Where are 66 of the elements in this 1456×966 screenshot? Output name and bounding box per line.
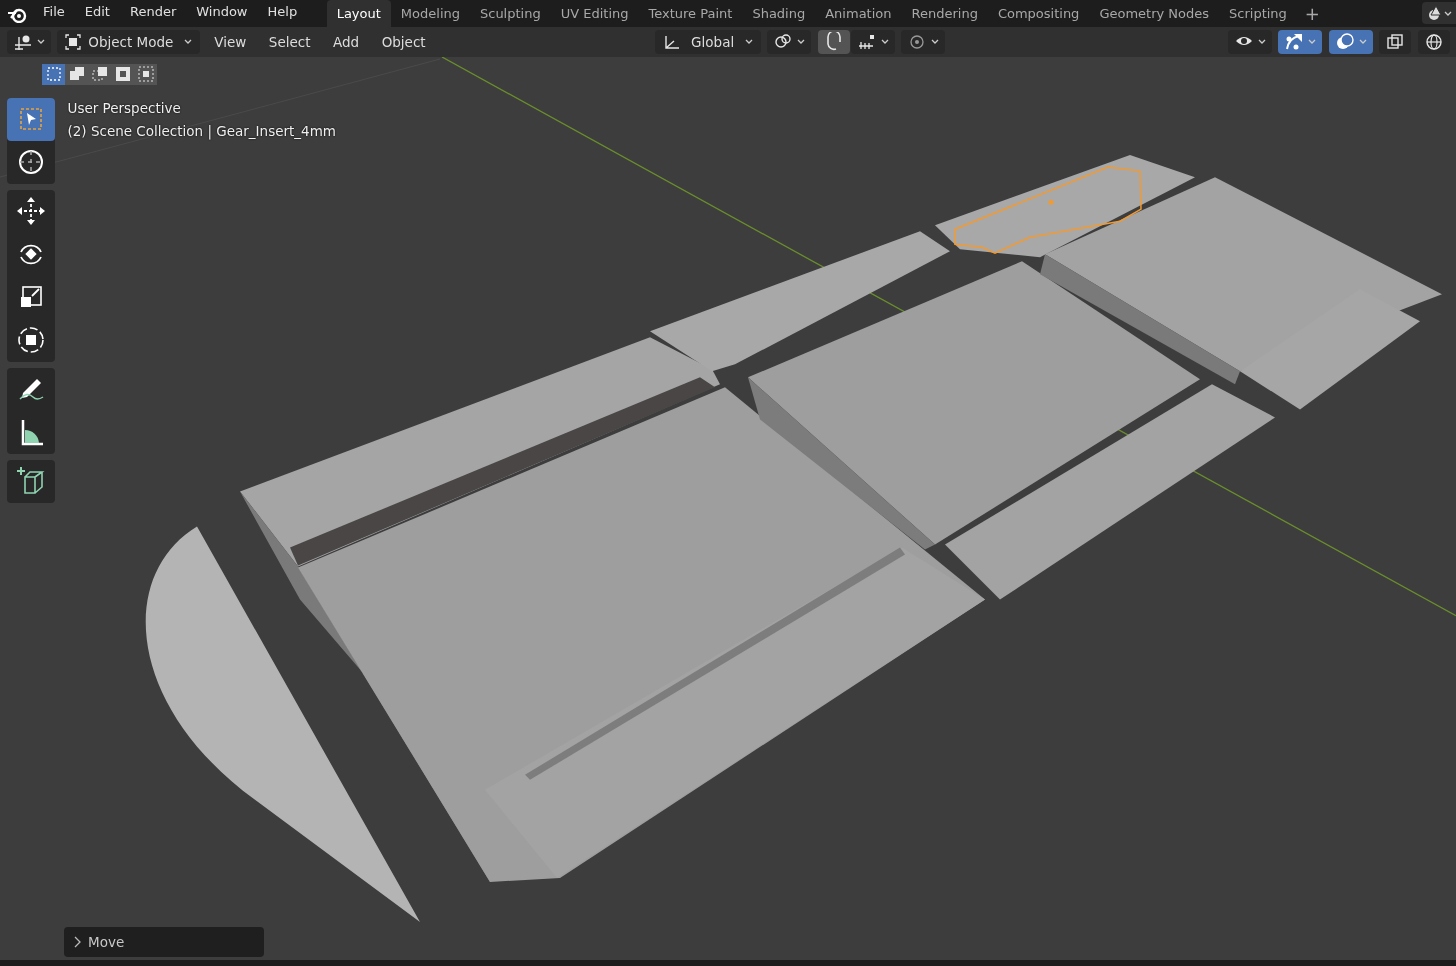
- workspace-tab[interactable]: UV Editing: [550, 0, 639, 27]
- selection-mode-button[interactable]: [42, 63, 66, 85]
- new-selection-icon: [44, 65, 63, 83]
- workspace-tab[interactable]: Shading: [742, 0, 816, 27]
- workspace-tab[interactable]: Compositing: [987, 0, 1090, 27]
- scene-icon: [1426, 4, 1452, 22]
- mode-dropdown[interactable]: Object Mode: [57, 30, 200, 54]
- extend-selection-icon: [67, 65, 86, 83]
- workspace-tab[interactable]: Texture Paint: [638, 0, 743, 27]
- invert-selection-icon: [113, 65, 132, 83]
- menu-item[interactable]: Object: [373, 31, 434, 53]
- workspace-tab[interactable]: Scripting: [1219, 0, 1297, 27]
- workspace-tab[interactable]: Layout: [326, 0, 391, 27]
- proportional-button[interactable]: [901, 30, 946, 54]
- menu-item[interactable]: Add: [325, 31, 368, 53]
- selection-mode-button[interactable]: [134, 63, 158, 85]
- workspace-tab[interactable]: Sculpting: [470, 0, 551, 27]
- caret-icon: [183, 39, 192, 45]
- orientation-icon: [662, 33, 681, 51]
- intersect-selection-icon: [136, 65, 155, 83]
- visibility-button[interactable]: [1227, 30, 1272, 54]
- select-tool[interactable]: [6, 97, 55, 141]
- view-name: User Perspective: [67, 98, 181, 118]
- xray-icon: [1385, 32, 1405, 52]
- axes-icon: [12, 33, 33, 51]
- caret-icon: [1308, 39, 1316, 45]
- gizmo-button[interactable]: [1278, 30, 1322, 54]
- caret-icon: [36, 39, 45, 45]
- menu-item[interactable]: Help: [257, 1, 308, 27]
- collection-label: (2) Scene Collection | Gear_Insert_4mm: [67, 122, 336, 142]
- caret-icon: [797, 39, 806, 45]
- add-workspace-button[interactable]: +: [1296, 0, 1328, 27]
- menu-item[interactable]: Select: [260, 31, 319, 53]
- selection-mode-button[interactable]: [65, 63, 89, 85]
- gizmo-icon: [1284, 32, 1304, 52]
- overlay-icon: [1334, 32, 1355, 52]
- subtract-selection-icon: [90, 65, 109, 83]
- workspace-tab[interactable]: Rendering: [901, 0, 988, 27]
- snap-button[interactable]: [817, 30, 850, 54]
- caret-icon: [744, 39, 753, 45]
- orientation-dropdown[interactable]: Global: [654, 30, 761, 54]
- editor-type-button[interactable]: [6, 30, 51, 54]
- add-cube-icon: [14, 465, 47, 497]
- menu-item[interactable]: File: [33, 1, 75, 27]
- workspace-tab[interactable]: Geometry Nodes: [1089, 0, 1220, 27]
- menu-item[interactable]: Render: [119, 1, 187, 27]
- object-mode-icon: [65, 34, 81, 50]
- caret-icon: [1257, 39, 1266, 45]
- workspace-tab[interactable]: Animation: [815, 0, 902, 27]
- wireframe-button[interactable]: [1417, 30, 1450, 54]
- caret-icon: [1358, 39, 1367, 45]
- grid-snap-icon: [856, 32, 877, 52]
- wireframe-sphere-icon: [1423, 32, 1444, 52]
- app-logo-icon: [6, 6, 27, 23]
- overlay-button[interactable]: [1328, 30, 1373, 54]
- menu-item[interactable]: Edit: [74, 1, 120, 27]
- pivot-button[interactable]: [767, 30, 812, 54]
- menu-item[interactable]: View: [206, 31, 255, 53]
- caret-icon: [880, 39, 889, 45]
- xray-button[interactable]: [1379, 30, 1411, 54]
- chevron-icon: [74, 935, 82, 948]
- menu-item[interactable]: Window: [186, 1, 258, 27]
- workspace-tab[interactable]: Modeling: [390, 0, 470, 27]
- caret-icon: [931, 39, 940, 45]
- last-operator-panel[interactable]: Move: [64, 926, 264, 957]
- snap-target-button[interactable]: [850, 30, 895, 54]
